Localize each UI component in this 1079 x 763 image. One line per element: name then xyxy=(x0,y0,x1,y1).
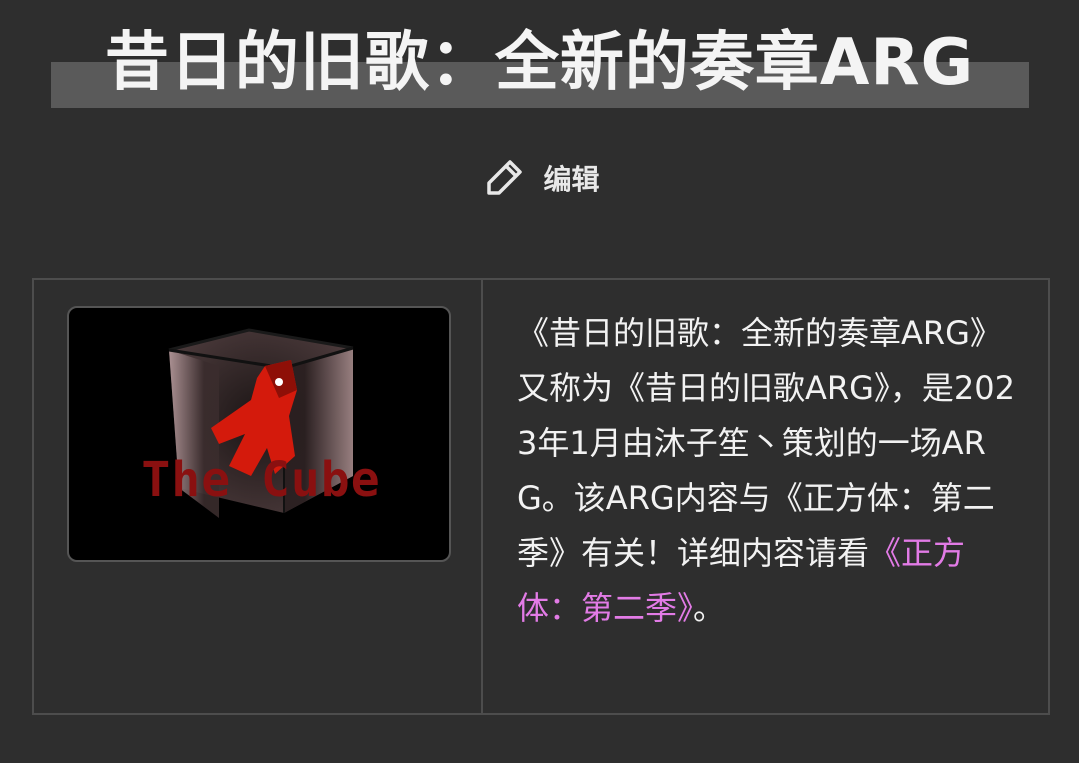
infobox-table: The Cube 《昔日的旧歌：全新的奏章ARG》又称为《昔日的旧歌ARG》，是… xyxy=(32,278,1050,715)
description-end: 。 xyxy=(693,589,726,627)
cube-image[interactable]: The Cube xyxy=(67,306,451,562)
edit-label: 编辑 xyxy=(543,163,600,196)
infobox-description: 《昔日的旧歌：全新的奏章ARG》又称为《昔日的旧歌ARG》，是2023年1月由沐… xyxy=(483,280,1048,713)
infobox-image-cell: The Cube xyxy=(34,280,483,713)
edit-button[interactable]: 编辑 xyxy=(0,150,1079,206)
cube-figure-image: The Cube xyxy=(141,328,380,518)
cube-logo-text: The Cube xyxy=(141,452,380,508)
page-title: 昔日的旧歌：全新的奏章ARG xyxy=(104,26,975,100)
pencil-icon xyxy=(487,160,523,195)
title-container: 昔日的旧歌：全新的奏章ARG xyxy=(0,18,1079,108)
